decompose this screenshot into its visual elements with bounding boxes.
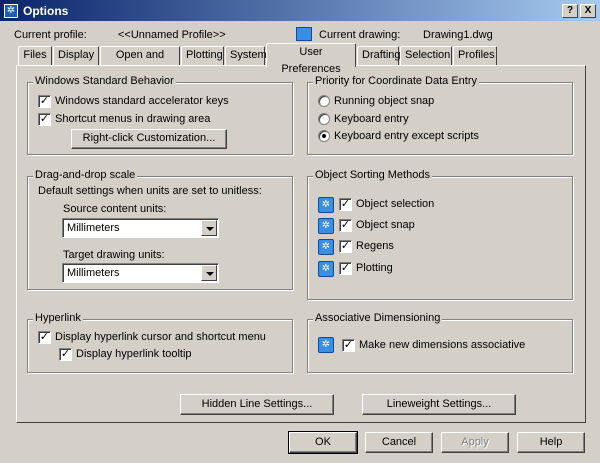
sort-icon: ✲ [318, 218, 334, 234]
title-bar[interactable] [0, 0, 600, 22]
accelerator-checkbox[interactable]: ✓ [38, 95, 51, 108]
target-units-value: Millimeters [67, 267, 120, 279]
current-profile-label: Current profile: [14, 29, 87, 41]
drag-drop-description: Default settings when units are set to u… [38, 185, 262, 197]
hyperlink-group [27, 319, 293, 373]
hyperlink-title: Hyperlink [33, 312, 83, 324]
close-button[interactable]: X [580, 4, 596, 18]
shortcut-label[interactable]: Shortcut menus in drawing area [55, 113, 210, 125]
chevron-down-icon[interactable] [201, 265, 217, 281]
source-units-value: Millimeters [67, 222, 120, 234]
tab-display[interactable]: Display [53, 46, 99, 66]
object-snap-checkbox[interactable]: ✓ [339, 219, 352, 232]
current-drawing-label: Current drawing: [319, 29, 401, 41]
source-units-label: Source content units: [63, 203, 167, 215]
accelerator-label[interactable]: Windows standard accelerator keys [55, 95, 229, 107]
current-drawing-value: Drawing1.dwg [423, 29, 493, 41]
object-selection-checkbox[interactable]: ✓ [339, 198, 352, 211]
assoc-dim-label[interactable]: Make new dimensions associative [359, 339, 525, 351]
shortcut-checkbox[interactable]: ✓ [38, 113, 51, 126]
ok-button[interactable]: OK [288, 431, 358, 454]
keyboard-except-scripts-label[interactable]: Keyboard entry except scripts [334, 130, 479, 142]
source-units-dropdown[interactable]: Millimeters [62, 218, 219, 238]
apply-button[interactable]: Apply [441, 432, 509, 453]
assoc-dim-checkbox[interactable]: ✓ [342, 339, 355, 352]
dimension-icon: ✲ [318, 337, 334, 353]
cancel-button[interactable]: Cancel [365, 432, 433, 453]
object-snap-label[interactable]: Object snap [356, 219, 415, 231]
tab-open-and-save[interactable]: Open and Save [100, 46, 180, 78]
plotting-label[interactable]: Plotting [356, 262, 393, 274]
running-object-snap-label[interactable]: Running object snap [334, 95, 434, 107]
current-profile-value: <<Unnamed Profile>> [118, 29, 226, 41]
app-icon: ✲ [4, 4, 18, 18]
sort-icon: ✲ [318, 197, 334, 213]
window-title: Options [23, 4, 69, 18]
hyperlink-tooltip-label[interactable]: Display hyperlink tooltip [76, 348, 192, 360]
radio-keyboard-except-scripts[interactable] [318, 130, 330, 142]
keyboard-entry-label[interactable]: Keyboard entry [334, 113, 409, 125]
windows-behavior-title: Windows Standard Behavior [33, 75, 176, 87]
tab-profiles[interactable]: Profiles [453, 46, 497, 66]
tab-drafting[interactable]: Drafting [357, 46, 401, 66]
object-sorting-title: Object Sorting Methods [313, 169, 432, 181]
hyperlink-tooltip-checkbox[interactable]: ✓ [59, 348, 72, 361]
tab-plotting[interactable]: Plotting [181, 46, 224, 66]
tab-user-preferences[interactable]: User Preferences [266, 43, 356, 75]
hyperlink-cursor-label[interactable]: Display hyperlink cursor and shortcut me… [55, 331, 266, 343]
drag-drop-title: Drag-and-drop scale [33, 169, 138, 181]
sort-icon: ✲ [318, 239, 334, 255]
hyperlink-cursor-checkbox[interactable]: ✓ [38, 331, 51, 344]
radio-running-object-snap[interactable] [318, 95, 330, 107]
regens-label[interactable]: Regens [356, 240, 394, 252]
object-sorting-group [307, 176, 573, 300]
drawing-icon [296, 27, 312, 41]
plotting-checkbox[interactable]: ✓ [339, 262, 352, 275]
radio-keyboard-entry[interactable] [318, 113, 330, 125]
right-click-customization-button[interactable]: Right-click Customization... [71, 129, 227, 149]
help-button[interactable]: Help [517, 432, 585, 453]
sort-icon: ✲ [318, 261, 334, 277]
regens-checkbox[interactable]: ✓ [339, 240, 352, 253]
lineweight-settings-button[interactable]: Lineweight Settings... [362, 394, 516, 415]
target-units-dropdown[interactable]: Millimeters [62, 263, 219, 283]
assoc-dim-title: Associative Dimensioning [313, 312, 443, 324]
hidden-line-settings-button[interactable]: Hidden Line Settings... [180, 394, 334, 415]
tab-selection[interactable]: Selection [400, 46, 452, 66]
help-title-button[interactable]: ? [562, 4, 578, 18]
chevron-down-icon[interactable] [201, 220, 217, 236]
object-selection-label[interactable]: Object selection [356, 198, 434, 210]
tab-files[interactable]: Files [18, 46, 52, 66]
tab-system[interactable]: System [225, 46, 267, 66]
target-units-label: Target drawing units: [63, 249, 165, 261]
